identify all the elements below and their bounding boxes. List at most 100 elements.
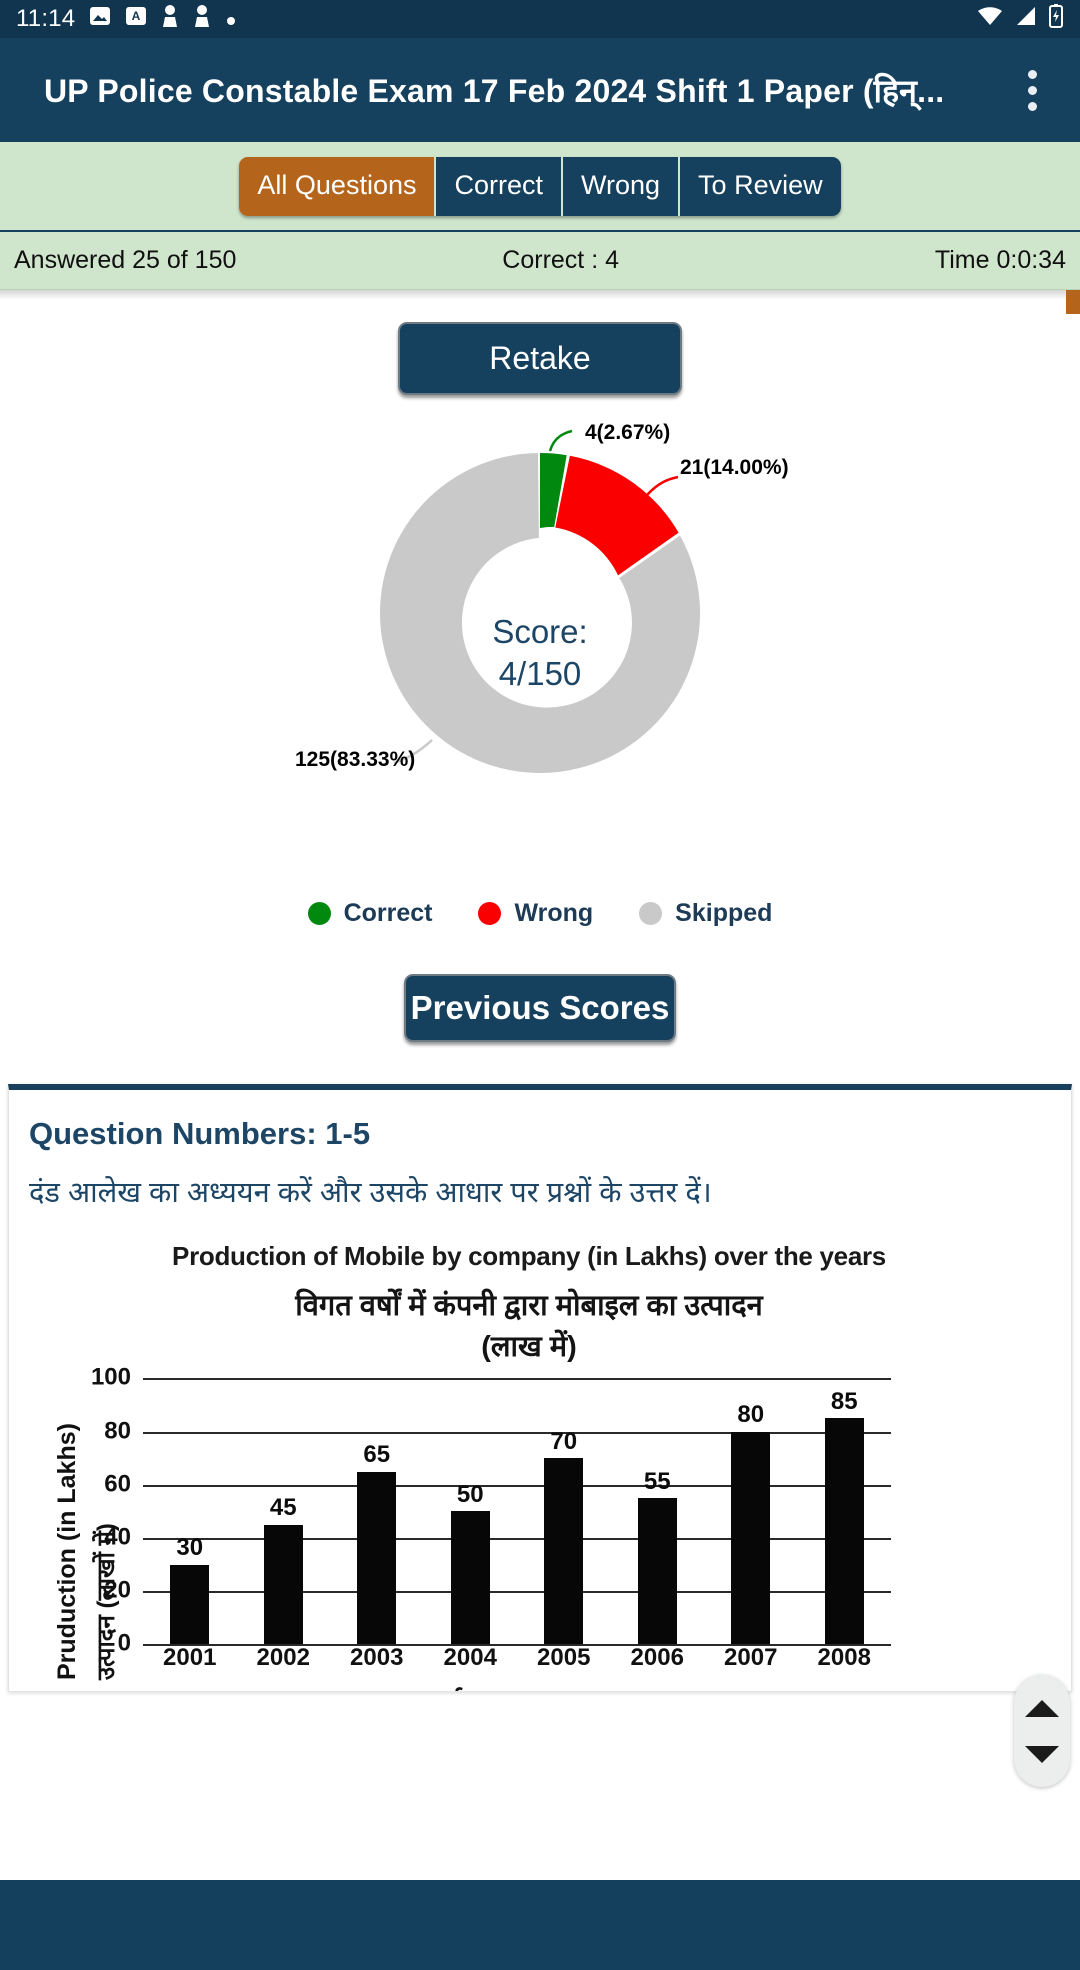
xtick: 2003 — [350, 1644, 404, 1672]
bar — [824, 1418, 864, 1645]
bar-column: 30 — [143, 1378, 237, 1645]
bar-value: 30 — [176, 1534, 204, 1562]
bar — [544, 1458, 584, 1645]
retake-row: Retake — [0, 322, 1080, 395]
bar-column: 55 — [611, 1378, 705, 1645]
legend-dot-skipped-icon — [639, 902, 663, 925]
bar-value: 85 — [830, 1387, 858, 1415]
bar-value: 70 — [550, 1427, 578, 1455]
exam-stats-bar: Answered 25 of 150 Correct : 4 Time 0:0:… — [0, 232, 1080, 290]
score-label: Score: — [492, 612, 588, 650]
xtick: 2008 — [817, 1644, 871, 1672]
app-bar: UP Police Constable Exam 17 Feb 2024 Shi… — [0, 38, 1080, 142]
bar-chart-xticks: 2001 2002 2003 2004 2005 2006 2007 2008 — [143, 1644, 891, 1678]
photo-icon — [89, 5, 111, 33]
legend-label-wrong: Wrong — [514, 899, 594, 927]
bar-chart-xlabel: वर्ष Years — [47, 1684, 1051, 1691]
bar-chart-title-en: Production of Mobile by company (in Lakh… — [172, 1241, 886, 1272]
bar-series: 30 45 65 50 70 55 80 85 — [143, 1378, 892, 1645]
scroll-nav-widget[interactable] — [1014, 1675, 1070, 1787]
leader-line-correct — [548, 429, 573, 452]
legend-dot-correct-icon — [307, 902, 331, 925]
question-numbers-label: Question Numbers: 1-5 — [29, 1116, 371, 1151]
battery-charging-icon — [1048, 3, 1064, 35]
bar-chart-ylabel-en: Pruduction (in Lakhs) — [53, 1423, 81, 1681]
bar-value: 50 — [456, 1480, 484, 1508]
ytick-0: 0 — [117, 1629, 131, 1657]
xtick: 2004 — [443, 1644, 497, 1672]
app-icon — [161, 4, 179, 34]
score-donut-chart: 4(2.67%) 21(14.00%) 125(83.33%) Score: 4… — [0, 413, 1080, 893]
bottom-navigation-bar — [0, 1880, 1080, 1970]
bar-column: 85 — [798, 1378, 892, 1645]
page-title: UP Police Constable Exam 17 Feb 2024 Shi… — [44, 72, 945, 109]
bar-value: 80 — [737, 1401, 765, 1429]
scroll-top-shadow — [0, 290, 1080, 300]
bar — [731, 1431, 771, 1645]
bar-chart-xlabel-en: Years — [474, 1689, 535, 1691]
ytick-60: 60 — [104, 1470, 131, 1498]
leader-line-wrong — [646, 475, 679, 496]
translate-icon: A — [125, 5, 147, 33]
bar-chart-title-hi: विगत वर्षों में कंपनी द्वारा मोबाइल का उ… — [47, 1286, 1051, 1368]
correct-count: Correct : 4 — [502, 246, 619, 274]
status-left-icons: A — [89, 4, 237, 34]
results-scroll-area[interactable]: Retake 4(2.67%) 21(14.00%) 125(83.33%) S… — [0, 290, 1080, 1880]
filter-tabs: All Questions Correct Wrong To Review — [239, 157, 841, 216]
bar-chart-title-hi-line1: विगत वर्षों में कंपनी द्वारा मोबाइल का उ… — [295, 1290, 763, 1323]
legend-item-skipped: Skipped — [639, 899, 772, 928]
bar-column: 45 — [237, 1378, 331, 1645]
bar-column: 70 — [517, 1378, 611, 1645]
xtick: 2006 — [630, 1644, 684, 1672]
bar-column: 80 — [704, 1378, 798, 1645]
legend-item-correct: Correct — [307, 899, 433, 928]
filter-tabs-bar: All Questions Correct Wrong To Review — [0, 142, 1080, 232]
legend-item-wrong: Wrong — [478, 899, 593, 928]
wifi-icon — [976, 4, 1004, 34]
question-directions-text: दंड आलेख का अध्ययन करें और उसके आधार पर … — [29, 1177, 712, 1209]
xtick: 2007 — [724, 1644, 778, 1672]
legend-dot-wrong-icon — [478, 902, 502, 925]
status-time: 11:14 — [16, 5, 76, 32]
bar — [450, 1511, 490, 1645]
ytick-20: 20 — [104, 1576, 131, 1604]
elapsed-time: Time 0:0:34 — [934, 246, 1066, 274]
bar — [357, 1471, 397, 1645]
bar-column: 50 — [424, 1378, 518, 1645]
tab-wrong[interactable]: Wrong — [561, 157, 679, 216]
legend-label-correct: Correct — [343, 899, 433, 927]
tab-to-review[interactable]: To Review — [678, 157, 841, 216]
signal-icon — [1014, 4, 1038, 34]
question-card: Question Numbers: 1-5 दंड आलेख का अध्ययन… — [8, 1084, 1072, 1692]
ytick-40: 40 — [104, 1523, 131, 1551]
xtick: 2002 — [256, 1644, 310, 1672]
bar-chart-xlabel-hi: वर्ष — [434, 1688, 462, 1691]
xtick: 2001 — [163, 1644, 217, 1672]
bar-chart-plot: 100 80 60 40 20 0 30 45 65 50 70 55 80 8… — [91, 1364, 892, 1657]
scrollbar-thumb[interactable] — [1066, 290, 1080, 314]
dot-icon — [225, 6, 237, 33]
xtick: 2005 — [537, 1644, 591, 1672]
overflow-menu-icon[interactable] — [1004, 69, 1060, 111]
bar-chart-plot-area: Pruduction (in Lakhs) उत्पादन (लाखों में… — [47, 1364, 1051, 1681]
donut-label-correct: 4(2.67%) — [585, 421, 671, 444]
donut-label-wrong: 21(14.00%) — [680, 456, 789, 479]
previous-scores-button[interactable]: Previous Scores — [404, 974, 676, 1042]
tab-correct[interactable]: Correct — [434, 157, 561, 216]
svg-text:A: A — [132, 9, 141, 23]
bar-column: 65 — [330, 1378, 424, 1645]
legend-label-skipped: Skipped — [675, 899, 773, 927]
triangle-down-icon[interactable] — [1025, 1745, 1059, 1763]
score-value: 4/150 — [498, 655, 582, 692]
triangle-up-icon[interactable] — [1025, 1699, 1059, 1717]
ytick-80: 80 — [104, 1417, 131, 1445]
previous-scores-row: Previous Scores — [0, 974, 1080, 1042]
donut-label-skipped: 125(83.33%) — [295, 748, 416, 771]
retake-button[interactable]: Retake — [398, 322, 682, 395]
bar-value: 55 — [643, 1467, 671, 1495]
tab-all-questions[interactable]: All Questions — [239, 157, 435, 216]
status-right-icons — [976, 3, 1064, 35]
answered-count: Answered 25 of 150 — [14, 246, 237, 274]
ytick-100: 100 — [90, 1363, 131, 1391]
bar-chart-title-hi-line2: (लाख में) — [481, 1331, 577, 1364]
